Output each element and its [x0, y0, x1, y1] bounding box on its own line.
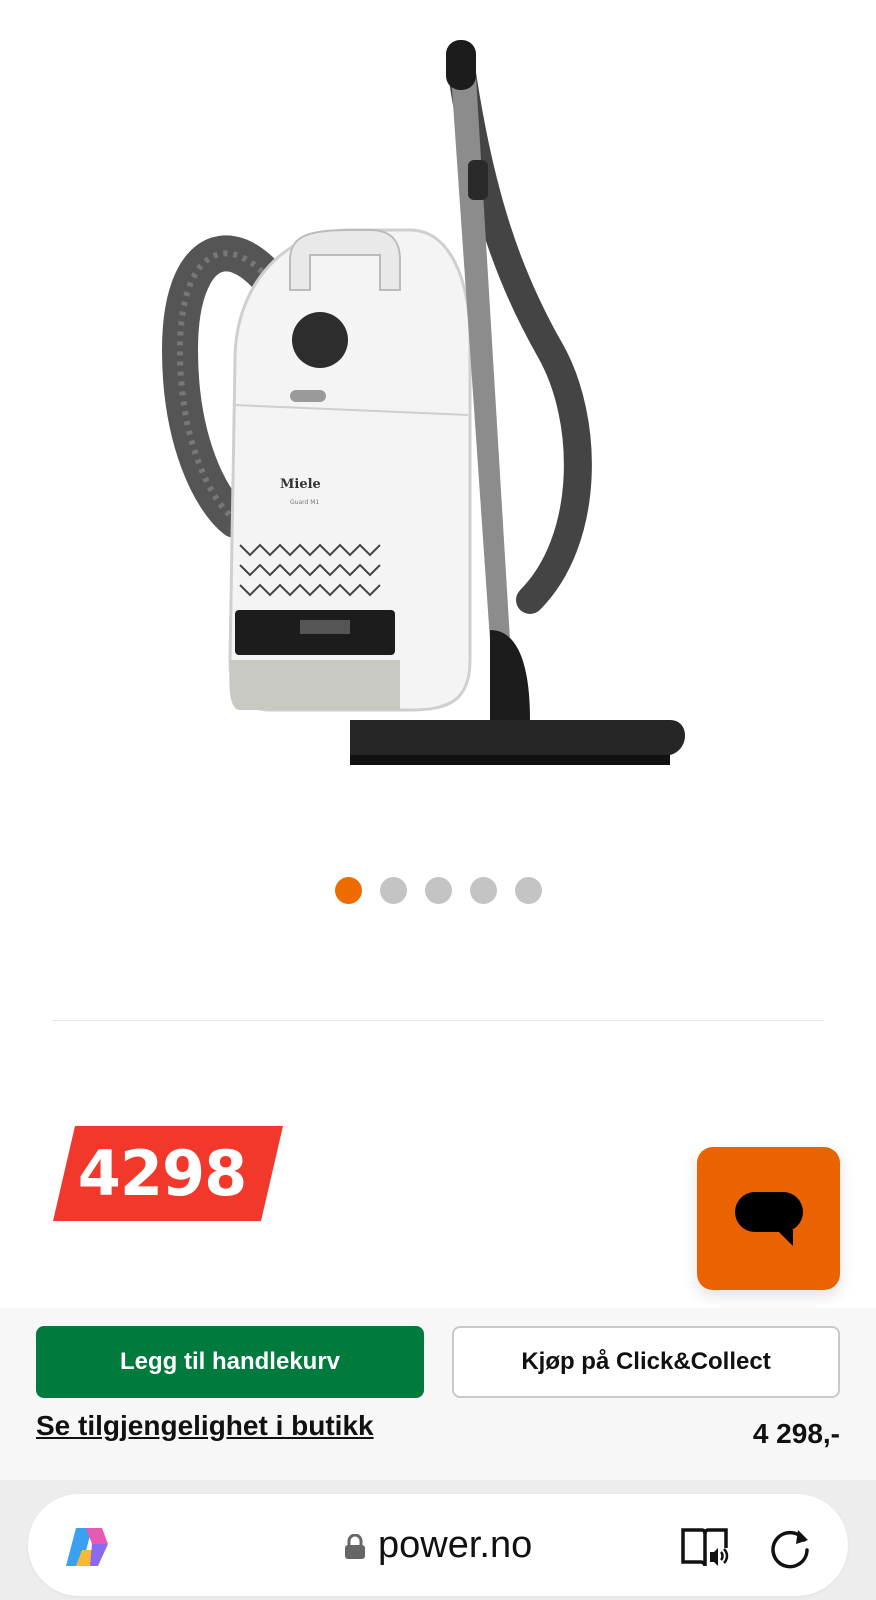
chat-icon [734, 1191, 803, 1246]
add-to-cart-button[interactable]: Legg til handlekurv [36, 1326, 424, 1398]
reload-icon[interactable] [768, 1526, 812, 1570]
store-availability-link[interactable]: Se tilgjengelighet i butikk [36, 1410, 374, 1442]
brand-logo: Miele [280, 477, 321, 492]
click-collect-button[interactable]: Kjøp på Click&Collect [452, 1326, 840, 1398]
price-badge: 4298 [53, 1126, 283, 1221]
price-label: 4 298,- [752, 1418, 840, 1449]
browser-toolbar: power.no [0, 1480, 876, 1600]
pagination-dot-2[interactable] [379, 877, 407, 904]
lock-icon [345, 1534, 365, 1559]
pagination-dot-3[interactable] [424, 877, 452, 904]
product-gallery[interactable]: Miele Guard M1 [0, 0, 876, 850]
reader-icon[interactable] [680, 1526, 730, 1570]
svg-text:Guard M1: Guard M1 [290, 499, 319, 506]
address-bar[interactable]: power.no [28, 1494, 848, 1596]
purchase-bar: Legg til handlekurv Kjøp på Click&Collec… [0, 1308, 876, 1480]
divider [52, 1020, 824, 1021]
pagination-dot-4[interactable] [469, 877, 497, 904]
copilot-icon[interactable] [62, 1524, 112, 1570]
image-pagination[interactable] [0, 877, 876, 904]
chat-button[interactable] [697, 1147, 840, 1290]
product-image[interactable]: Miele Guard M1 [150, 20, 730, 800]
url-text[interactable]: power.no [378, 1524, 532, 1567]
price-badge-value: 4298 [77, 1137, 248, 1210]
pagination-dot-5[interactable] [514, 877, 542, 904]
pagination-dot-1[interactable] [334, 877, 362, 904]
